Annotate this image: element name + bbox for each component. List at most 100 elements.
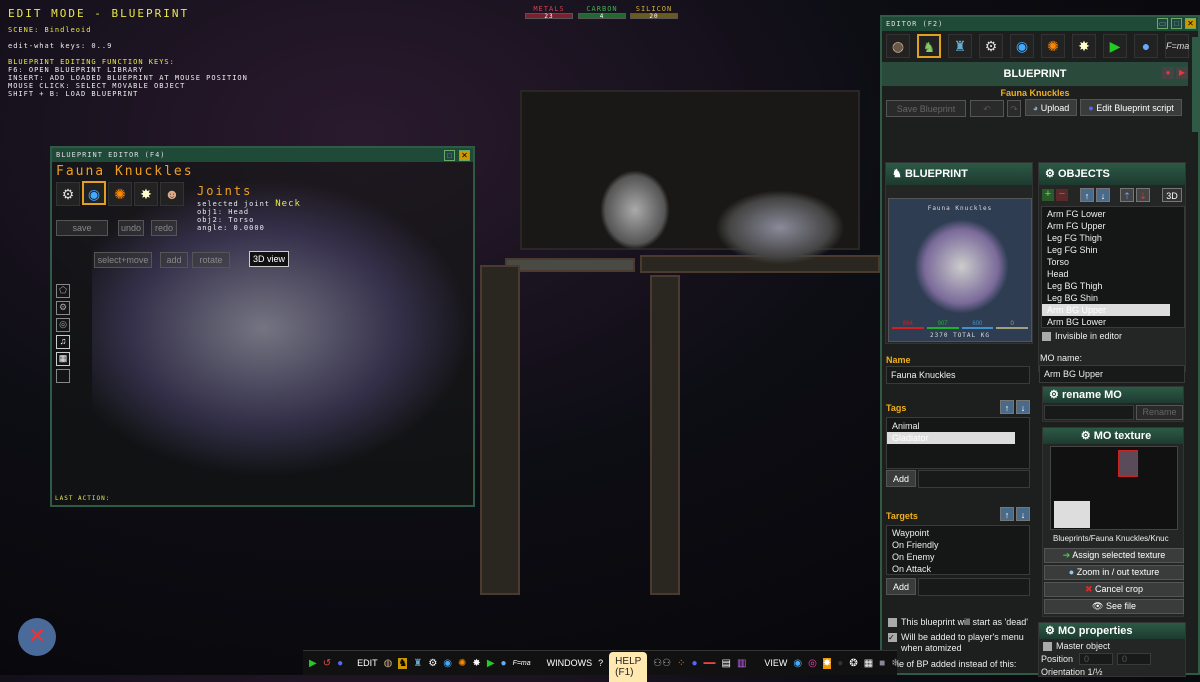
checkbox-checked[interactable]: ✓ <box>888 633 897 642</box>
tag-item[interactable]: Animal <box>887 420 1029 432</box>
3d-button[interactable]: 3D <box>1162 188 1182 202</box>
color-palette-icon[interactable]: ▥ <box>737 658 746 669</box>
object-item[interactable]: Arm FG Upper <box>1042 220 1184 232</box>
gear-tool-icon[interactable]: ⚙ <box>56 301 70 315</box>
pentagon-tool-icon[interactable]: ⬠ <box>56 284 70 298</box>
square-tool-icon[interactable] <box>56 369 70 383</box>
square-icon[interactable]: ■ <box>879 658 885 669</box>
sphere-icon[interactable]: ● <box>1134 34 1158 58</box>
play-icon[interactable]: ▶ <box>487 658 495 669</box>
mo-name-input[interactable]: Arm BG Upper <box>1039 365 1185 383</box>
splat-icon[interactable]: ✺ <box>108 182 132 206</box>
splat-icon[interactable]: ✺ <box>458 658 466 669</box>
invisible-checkbox[interactable]: Invisible in editor <box>1042 331 1122 341</box>
target-item[interactable]: On Friendly <box>887 539 1029 551</box>
save-blueprint-button[interactable]: Save Blueprint <box>886 100 966 117</box>
people-icon[interactable]: ⚇⚇ <box>653 658 671 669</box>
restart-icon[interactable]: ↺ <box>323 658 331 669</box>
add-tag-input[interactable] <box>918 470 1030 488</box>
burst-icon[interactable]: ✸ <box>134 182 158 206</box>
move-down-button[interactable]: ↓ <box>1096 188 1110 202</box>
position-y-input[interactable]: 0 <box>1117 653 1151 665</box>
object-item-selected[interactable]: Arm BG Upper <box>1042 304 1170 316</box>
circle-tool-icon[interactable]: ◎ <box>56 318 70 332</box>
assign-texture-button[interactable]: ➔ Assign selected texture <box>1044 548 1184 563</box>
bring-front-button[interactable]: ⇡ <box>1120 188 1134 202</box>
help-question[interactable]: ? <box>598 658 603 668</box>
lua-icon[interactable]: ● <box>691 658 697 669</box>
gear-icon[interactable]: ⚙ <box>56 182 80 206</box>
select-move-button[interactable]: select+move <box>94 252 152 268</box>
object-item[interactable]: Torso <box>1042 256 1184 268</box>
grid-tool-icon[interactable]: ▦ <box>56 352 70 366</box>
splat-icon[interactable]: ✺ <box>1041 34 1065 58</box>
add-target-input[interactable] <box>918 578 1030 596</box>
formula-icon[interactable]: F=ma <box>1165 34 1189 58</box>
burst-icon[interactable]: ✸ <box>823 658 831 669</box>
object-item[interactable]: Arm FG Lower <box>1042 208 1184 220</box>
undo-button[interactable]: ↶ <box>970 100 1004 117</box>
turret-icon[interactable]: ♜ <box>948 34 972 58</box>
rename-button[interactable]: Rename <box>1136 405 1183 420</box>
turret-icon[interactable]: ♜ <box>413 658 422 669</box>
target-item[interactable]: On Attack <box>887 563 1029 575</box>
play-icon[interactable]: ▶ <box>1103 34 1127 58</box>
target-down-button[interactable]: ↓ <box>1016 507 1030 521</box>
checkbox[interactable] <box>1042 332 1051 341</box>
rotate-button[interactable]: rotate <box>192 252 230 268</box>
scrollbar[interactable] <box>1192 37 1198 132</box>
add-tag-button[interactable]: Add <box>886 470 916 487</box>
dots-icon[interactable]: ⁘ <box>677 658 685 669</box>
see-file-button[interactable]: 👁 See file <box>1044 599 1184 614</box>
save-button[interactable]: save <box>56 220 108 236</box>
object-item[interactable]: Leg FG Shin <box>1042 244 1184 256</box>
send-back-button[interactable]: ⇣ <box>1136 188 1150 202</box>
music-tool-icon[interactable]: ♫ <box>56 335 70 349</box>
target-item[interactable]: On Enemy <box>887 551 1029 563</box>
3d-view-button[interactable]: 3D view <box>249 251 289 267</box>
planet-icon[interactable]: ◍ <box>886 34 910 58</box>
view-menu[interactable]: VIEW <box>764 658 787 668</box>
play-button[interactable]: ▶ <box>1176 67 1188 79</box>
texture-atlas[interactable] <box>1050 446 1178 530</box>
maximize-button[interactable]: □ <box>1171 18 1182 29</box>
master-checkbox[interactable]: Master object <box>1043 641 1110 651</box>
add-object-button[interactable]: + <box>1042 189 1054 201</box>
blueprint-icon[interactable]: ♞ <box>398 658 407 669</box>
upload-button[interactable]: ◕ Upload <box>1025 99 1077 116</box>
undo-button[interactable]: undo <box>118 220 144 236</box>
gear-icon[interactable]: ⚙ <box>979 34 1003 58</box>
remove-object-button[interactable]: − <box>1056 189 1068 201</box>
name-input[interactable]: Fauna Knuckles <box>886 366 1030 384</box>
console-icon[interactable]: ▤ <box>722 658 731 669</box>
joint-icon[interactable]: ◉ <box>82 181 106 205</box>
maximize-button[interactable]: □ <box>444 150 455 161</box>
network-icon[interactable]: ❂ <box>849 658 857 669</box>
dark-circle-icon[interactable]: ● <box>837 658 843 669</box>
checkbox[interactable] <box>1043 642 1052 651</box>
tag-down-button[interactable]: ↓ <box>1016 400 1030 414</box>
dead-checkbox[interactable]: This blueprint will start as 'dead' <box>888 617 1028 627</box>
target-icon[interactable]: ◎ <box>808 658 817 669</box>
objects-list[interactable]: Arm FG Lower Arm FG Upper Leg FG Thigh L… <box>1041 206 1185 328</box>
close-button[interactable]: ✕ <box>1185 18 1196 29</box>
tags-list[interactable]: Animal Gladiator <box>886 417 1030 469</box>
object-item[interactable]: Leg BG Shin <box>1042 292 1184 304</box>
edit-menu[interactable]: EDIT <box>357 658 378 668</box>
minimize-button[interactable]: ▭ <box>1157 18 1168 29</box>
target-up-button[interactable]: ↑ <box>1000 507 1014 521</box>
move-up-button[interactable]: ↑ <box>1080 188 1094 202</box>
rename-input[interactable] <box>1044 405 1134 420</box>
character-icon[interactable]: ☻ <box>160 182 184 206</box>
target-item[interactable]: Waypoint <box>887 527 1029 539</box>
record-button[interactable]: ● <box>1162 67 1174 79</box>
compass-icon[interactable]: ✕ <box>18 618 56 656</box>
burst-icon[interactable]: ✸ <box>472 658 480 669</box>
grid-icon[interactable]: ▦ <box>864 658 873 669</box>
zoom-texture-button[interactable]: ● Zoom in / out texture <box>1044 565 1184 580</box>
joint-icon[interactable]: ◉ <box>1010 34 1034 58</box>
gear-icon[interactable]: ⚙ <box>428 658 437 669</box>
add-target-button[interactable]: Add <box>886 578 916 595</box>
redo-button[interactable]: ↷ <box>1007 100 1021 117</box>
tag-item-selected[interactable]: Gladiator <box>887 432 1015 444</box>
